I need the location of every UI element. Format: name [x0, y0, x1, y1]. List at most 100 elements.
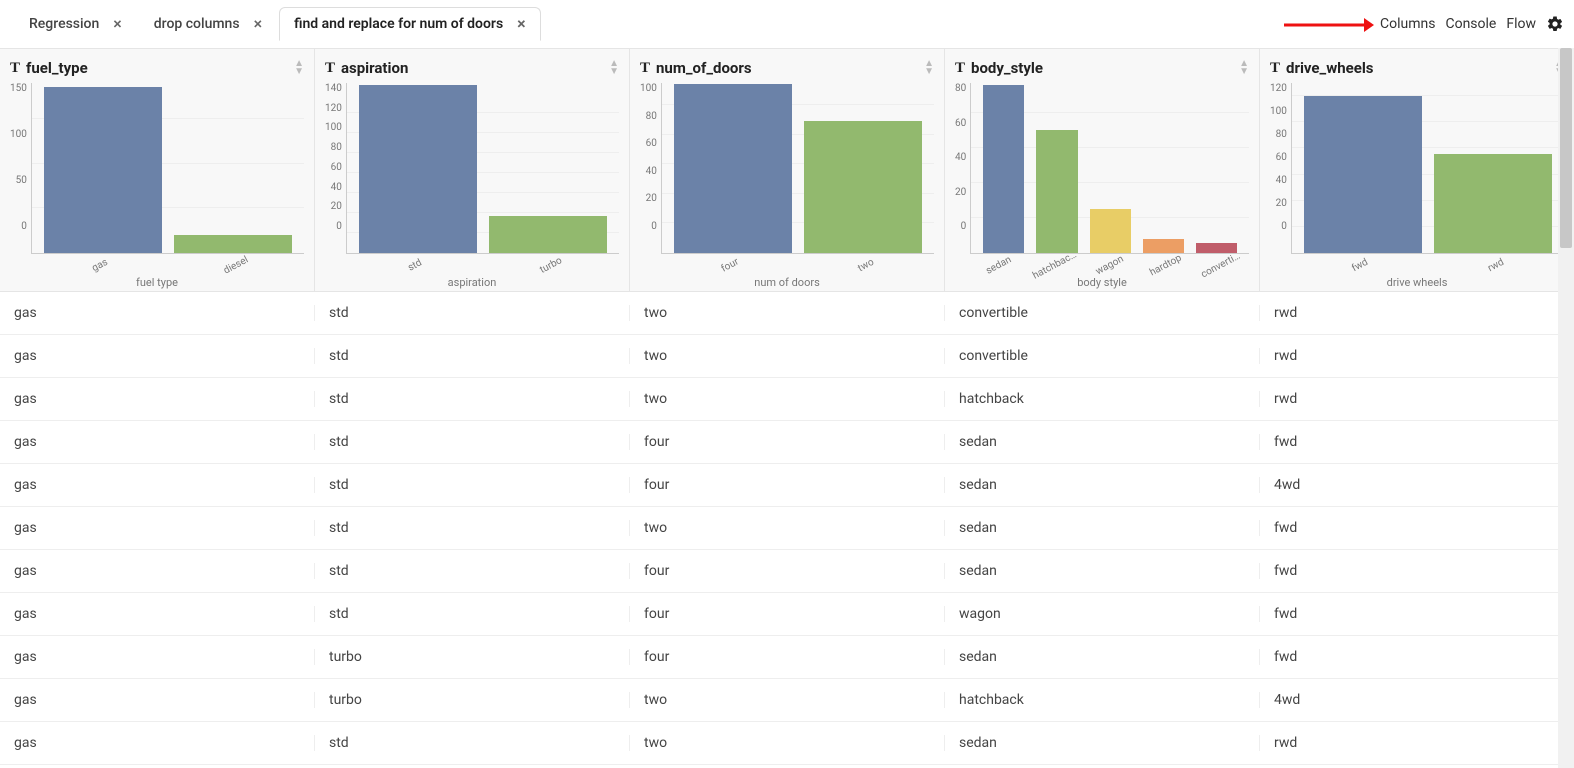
ytick: 40	[1276, 175, 1287, 186]
cell-body_style[interactable]: sedan	[945, 434, 1260, 450]
table-row[interactable]: gasstdtwoconvertiblerwd	[0, 335, 1574, 378]
table-row[interactable]: gasstdtwohatchbackrwd	[0, 378, 1574, 421]
column-header-drive_wheels[interactable]: Tdrive_wheels▲▼120100806040200fwdrwddriv…	[1260, 49, 1574, 291]
cell-fuel_type[interactable]: gas	[0, 434, 315, 450]
ytick: 20	[646, 193, 657, 204]
table-row[interactable]: gasstdtwosedanrwd	[0, 722, 1574, 765]
cell-drive_wheels[interactable]: fwd	[1260, 520, 1574, 536]
data-rows[interactable]: gasstdtwoconvertiblerwdgasstdtwoconverti…	[0, 292, 1574, 768]
cell-drive_wheels[interactable]: fwd	[1260, 606, 1574, 622]
cell-fuel_type[interactable]: gas	[0, 563, 315, 579]
table-row[interactable]: gasturbofoursedanfwd	[0, 636, 1574, 679]
cell-aspiration[interactable]: std	[315, 735, 630, 751]
chart-plot: fourtwo	[661, 83, 934, 254]
ytick: 100	[1270, 106, 1287, 117]
cell-fuel_type[interactable]: gas	[0, 735, 315, 751]
cell-num_of_doors[interactable]: four	[630, 434, 945, 450]
cell-fuel_type[interactable]: gas	[0, 348, 315, 364]
cell-fuel_type[interactable]: gas	[0, 520, 315, 536]
gear-icon[interactable]	[1546, 15, 1564, 33]
cell-drive_wheels[interactable]: 4wd	[1260, 692, 1574, 708]
column-title[interactable]: Tdrive_wheels▲▼	[1270, 59, 1564, 77]
column-header-fuel_type[interactable]: Tfuel_type▲▼150100500gasdieselfuel type	[0, 49, 315, 291]
cell-aspiration[interactable]: turbo	[315, 649, 630, 665]
column-header-num_of_doors[interactable]: Tnum_of_doors▲▼100806040200fourtwonum of…	[630, 49, 945, 291]
cell-num_of_doors[interactable]: four	[630, 649, 945, 665]
cell-drive_wheels[interactable]: rwd	[1260, 391, 1574, 407]
table-row[interactable]: gasstdfoursedanfwd	[0, 550, 1574, 593]
close-icon[interactable]: ×	[113, 16, 122, 32]
table-row[interactable]: gasstdfoursedanfwd	[0, 421, 1574, 464]
cell-drive_wheels[interactable]: rwd	[1260, 735, 1574, 751]
cell-aspiration[interactable]: std	[315, 520, 630, 536]
cell-aspiration[interactable]: std	[315, 391, 630, 407]
cell-aspiration[interactable]: std	[315, 434, 630, 450]
cell-body_style[interactable]: sedan	[945, 520, 1260, 536]
cell-aspiration[interactable]: std	[315, 348, 630, 364]
cell-drive_wheels[interactable]: rwd	[1260, 348, 1574, 364]
cell-body_style[interactable]: wagon	[945, 606, 1260, 622]
cell-body_style[interactable]: sedan	[945, 649, 1260, 665]
scrollbar-thumb[interactable]	[1560, 48, 1572, 248]
cell-drive_wheels[interactable]: fwd	[1260, 649, 1574, 665]
sort-icon[interactable]: ▲▼	[294, 60, 304, 76]
column-header-aspiration[interactable]: Taspiration▲▼140120100806040200stdturboa…	[315, 49, 630, 291]
vertical-scrollbar[interactable]	[1558, 48, 1574, 768]
cell-drive_wheels[interactable]: rwd	[1260, 305, 1574, 321]
table-row[interactable]: gasstdtwosedanfwd	[0, 507, 1574, 550]
ytick: 20	[955, 187, 966, 198]
column-header-body_style[interactable]: Tbody_style▲▼806040200sedanhatchbac…wago…	[945, 49, 1260, 291]
table-row[interactable]: gasturbotwohatchback4wd	[0, 679, 1574, 722]
table-row[interactable]: gasstdfoursedan4wd	[0, 464, 1574, 507]
table-row[interactable]: gasstdfourwagonfwd	[0, 593, 1574, 636]
cell-num_of_doors[interactable]: two	[630, 348, 945, 364]
cell-fuel_type[interactable]: gas	[0, 391, 315, 407]
cell-num_of_doors[interactable]: two	[630, 520, 945, 536]
cell-num_of_doors[interactable]: two	[630, 305, 945, 321]
cell-fuel_type[interactable]: gas	[0, 606, 315, 622]
cell-body_style[interactable]: convertible	[945, 305, 1260, 321]
columns-link[interactable]: Columns	[1380, 16, 1435, 32]
cell-num_of_doors[interactable]: two	[630, 735, 945, 751]
tab-2[interactable]: find and replace for num of doors×	[279, 7, 541, 41]
flow-link[interactable]: Flow	[1506, 16, 1536, 32]
sort-icon[interactable]: ▲▼	[609, 60, 619, 76]
chart-plot: stdturbo	[346, 83, 619, 254]
cell-fuel_type[interactable]: gas	[0, 305, 315, 321]
cell-body_style[interactable]: hatchback	[945, 692, 1260, 708]
cell-drive_wheels[interactable]: 4wd	[1260, 477, 1574, 493]
ytick: 50	[16, 175, 27, 186]
table-row[interactable]: gasstdtwoconvertiblerwd	[0, 292, 1574, 335]
column-title[interactable]: Tnum_of_doors▲▼	[640, 59, 934, 77]
cell-body_style[interactable]: convertible	[945, 348, 1260, 364]
column-title[interactable]: Tfuel_type▲▼	[10, 59, 304, 77]
column-title[interactable]: Taspiration▲▼	[325, 59, 619, 77]
sort-icon[interactable]: ▲▼	[924, 60, 934, 76]
column-title[interactable]: Tbody_style▲▼	[955, 59, 1249, 77]
cell-body_style[interactable]: sedan	[945, 477, 1260, 493]
tab-0[interactable]: Regression×	[14, 7, 137, 41]
tab-1[interactable]: drop columns×	[139, 7, 277, 41]
cell-aspiration[interactable]: std	[315, 305, 630, 321]
cell-drive_wheels[interactable]: fwd	[1260, 434, 1574, 450]
cell-body_style[interactable]: sedan	[945, 735, 1260, 751]
cell-num_of_doors[interactable]: two	[630, 391, 945, 407]
cell-aspiration[interactable]: std	[315, 563, 630, 579]
cell-aspiration[interactable]: turbo	[315, 692, 630, 708]
cell-num_of_doors[interactable]: four	[630, 563, 945, 579]
close-icon[interactable]: ×	[517, 16, 526, 32]
cell-aspiration[interactable]: std	[315, 477, 630, 493]
sort-icon[interactable]: ▲▼	[1239, 60, 1249, 76]
cell-aspiration[interactable]: std	[315, 606, 630, 622]
cell-fuel_type[interactable]: gas	[0, 477, 315, 493]
cell-num_of_doors[interactable]: two	[630, 692, 945, 708]
cell-num_of_doors[interactable]: four	[630, 477, 945, 493]
cell-drive_wheels[interactable]: fwd	[1260, 563, 1574, 579]
console-link[interactable]: Console	[1445, 16, 1496, 32]
cell-fuel_type[interactable]: gas	[0, 649, 315, 665]
cell-body_style[interactable]: hatchback	[945, 391, 1260, 407]
cell-fuel_type[interactable]: gas	[0, 692, 315, 708]
cell-body_style[interactable]: sedan	[945, 563, 1260, 579]
close-icon[interactable]: ×	[254, 16, 263, 32]
cell-num_of_doors[interactable]: four	[630, 606, 945, 622]
